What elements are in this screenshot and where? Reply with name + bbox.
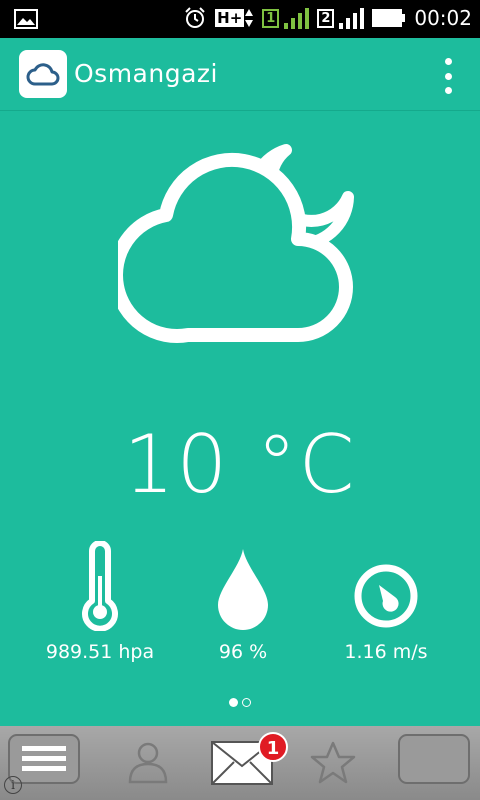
wind-stat: 1.16 m/s: [306, 536, 466, 663]
page-dot-active[interactable]: [229, 698, 238, 707]
page-indicator: [0, 698, 480, 707]
window-icon[interactable]: [398, 734, 470, 788]
favorites-icon[interactable]: [310, 740, 356, 788]
signal-icon: [284, 8, 310, 29]
page-dot[interactable]: [242, 698, 251, 707]
wind-label: 1.16 m/s: [344, 641, 428, 663]
overflow-menu-icon[interactable]: [438, 58, 458, 94]
info-icon[interactable]: i: [4, 776, 22, 794]
alarm-icon: [183, 6, 207, 30]
page-title: Osmangazi: [74, 59, 218, 88]
contacts-icon[interactable]: [126, 740, 170, 788]
sim2-signal: 2: [317, 7, 365, 29]
image-notification-icon: [14, 9, 38, 33]
network-type-label: H+: [215, 9, 245, 27]
data-arrows-icon: [245, 9, 254, 27]
sim1-signal: 1: [262, 7, 310, 29]
pressure-label: 989.51 hpa: [45, 641, 155, 663]
humidity-label: 96 %: [218, 641, 268, 663]
mail-badge: 1: [258, 732, 288, 762]
signal-icon: [339, 8, 365, 29]
sim1-badge: 1: [262, 8, 280, 28]
temperature-value: 10 °C: [123, 418, 357, 511]
status-bar: H+ 1 2 00:02: [0, 0, 480, 38]
status-time: 00:02: [414, 6, 472, 30]
thermometer-icon: [20, 536, 180, 631]
battery-icon: [372, 9, 406, 27]
humidity-stat: 96 %: [163, 536, 323, 663]
sim2-badge: 2: [317, 8, 335, 28]
humidity-drop-icon: [163, 536, 323, 631]
wind-gauge-icon: [306, 536, 466, 631]
cloudy-night-icon: [109, 135, 368, 345]
bottom-nav-bar: [0, 726, 480, 800]
network-type-indicator: H+: [215, 7, 254, 29]
pressure-stat: 989.51 hpa: [20, 536, 180, 663]
cloud-app-icon[interactable]: [19, 50, 67, 98]
app-bar: Osmangazi: [0, 38, 480, 111]
